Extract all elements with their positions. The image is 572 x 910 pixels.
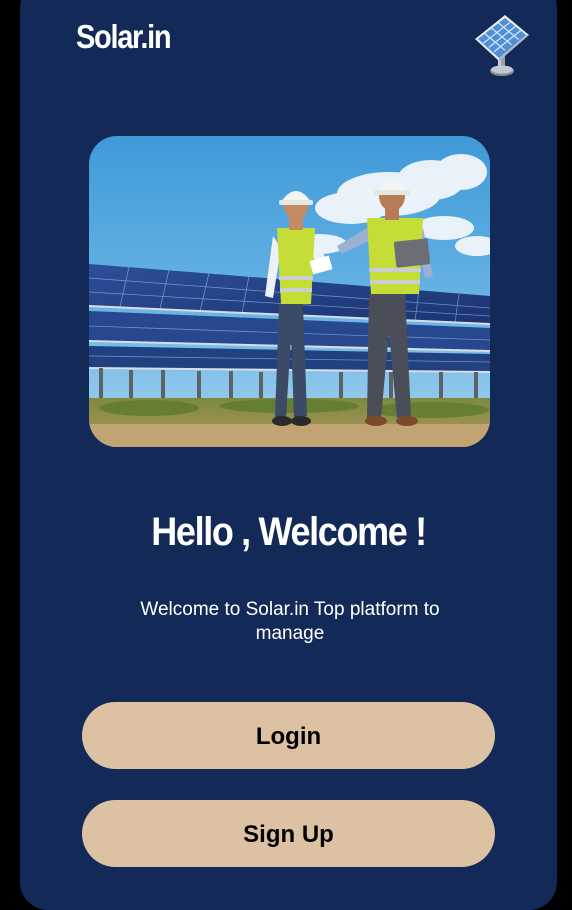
- login-button[interactable]: Login: [82, 702, 495, 769]
- welcome-subtitle: Welcome to Solar.in Top platform to mana…: [140, 599, 440, 644]
- app-screen: Solar.in Hello , Welcome ! Welcome to So…: [20, 0, 557, 910]
- solar-panel-icon: [472, 13, 532, 79]
- brand-logo-text: Solar.in: [76, 18, 172, 55]
- hero-photo: [89, 136, 490, 447]
- signup-button[interactable]: Sign Up: [82, 800, 495, 867]
- welcome-headline: Hello , Welcome !: [151, 510, 427, 554]
